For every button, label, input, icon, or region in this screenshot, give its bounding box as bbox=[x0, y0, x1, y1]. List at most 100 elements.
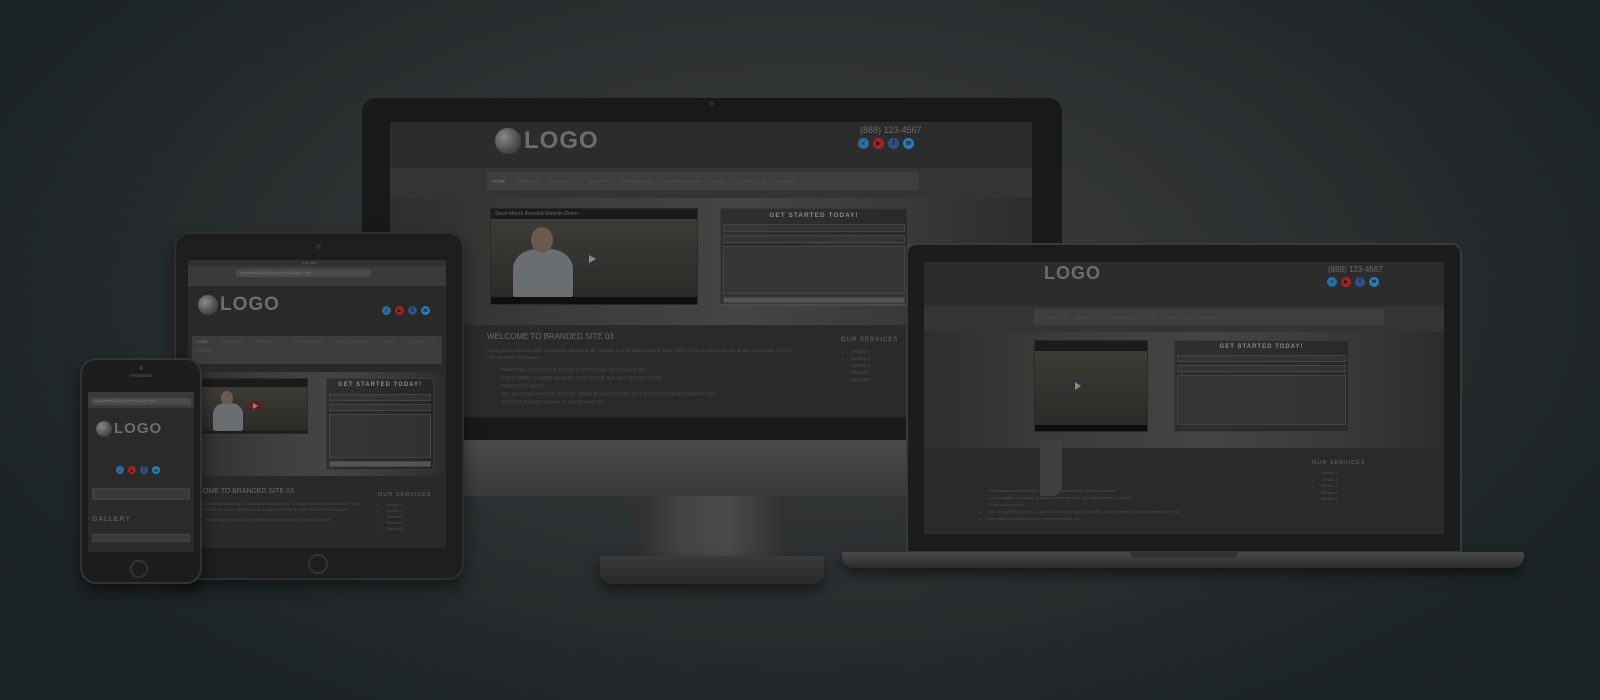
logo-text: LOGO bbox=[524, 127, 599, 154]
tablet-cta-form: GET STARTED TODAY! bbox=[326, 378, 434, 470]
laptop-logo-text: LOGO bbox=[1044, 263, 1101, 283]
service-link[interactable]: Service 5 bbox=[1321, 496, 1422, 503]
laptop-feature-list: Pellentesque nunc est dolor, tristique a… bbox=[988, 487, 1308, 522]
desktop-foot bbox=[600, 556, 824, 584]
video-player[interactable]: Steve Moore Branded Website Demo bbox=[490, 208, 698, 305]
youtube-icon[interactable]: ▶ bbox=[1341, 277, 1351, 287]
phone-menu-select[interactable] bbox=[92, 488, 190, 500]
phone-logo[interactable]: LOGO bbox=[96, 420, 162, 437]
laptop-site: LOGO (888) 123-4567 ✓ ▶ f ✉ SERVICES PRO… bbox=[924, 262, 1444, 534]
tablet-cta-title: GET STARTED TODAY! bbox=[338, 382, 422, 388]
tablet-feature-list: Pellentesque nunc est dolor, tristique a… bbox=[204, 517, 364, 523]
tablet-home-button[interactable] bbox=[308, 554, 328, 574]
globe-icon bbox=[96, 420, 112, 437]
email-icon[interactable]: ✉ bbox=[903, 138, 914, 149]
twitter-icon[interactable]: ✓ bbox=[116, 466, 124, 474]
laptop-logo[interactable]: LOGO bbox=[1044, 263, 1101, 284]
nav-contact[interactable]: CONTACT US bbox=[409, 339, 435, 344]
welcome-paragraph: Lorem ipsum dolor sit amet, consectetur … bbox=[487, 348, 793, 360]
nav-sitemap[interactable]: SITEMAP bbox=[777, 179, 797, 184]
nav-products[interactable]: PRODUCTS bbox=[1075, 315, 1097, 320]
email-icon[interactable]: ✉ bbox=[152, 466, 160, 474]
laptop-video-player[interactable] bbox=[1034, 340, 1148, 432]
email-icon[interactable]: ✉ bbox=[1369, 277, 1379, 287]
feature-item: Pellentesque nunc est dolor, tristique a… bbox=[501, 366, 807, 374]
twitter-icon[interactable]: ✓ bbox=[858, 138, 869, 149]
laptop-nav-items: SERVICES PRODUCTS TESTIMONIALS BLOG CONT… bbox=[1034, 309, 1384, 325]
form-message-field[interactable] bbox=[1177, 375, 1346, 425]
phone-logo-text: LOGO bbox=[114, 420, 163, 437]
service-link[interactable]: Service 5 bbox=[386, 526, 442, 532]
nav-contact[interactable]: CONTACT US bbox=[1165, 315, 1191, 320]
tablet-logo[interactable]: LOGO bbox=[198, 294, 280, 316]
twitter-icon[interactable]: ✓ bbox=[1327, 277, 1337, 287]
nav-products[interactable]: PRODUCTS bbox=[550, 179, 575, 184]
play-icon[interactable] bbox=[1067, 379, 1089, 393]
nav-about[interactable]: ABOUT US bbox=[586, 179, 609, 184]
laptop-services-list: Service 1 Service 2 Service 3 Service 4 … bbox=[1321, 470, 1422, 503]
nav-services[interactable]: SERVICES bbox=[1046, 315, 1066, 320]
nav-services[interactable]: SERVICES bbox=[222, 339, 242, 344]
feature-item: Nec, acu pretius maecenas, dolor nec, bl… bbox=[501, 390, 807, 398]
tablet-video-player[interactable] bbox=[200, 378, 308, 434]
laptop-phone: (888) 123-4567 bbox=[1328, 265, 1383, 274]
form-submit-button[interactable] bbox=[329, 461, 431, 467]
nav-gallery[interactable]: PHOTO GALLERY bbox=[336, 339, 370, 344]
feature-item: Cras id sagittis, at sagittis, quisquam,… bbox=[501, 374, 807, 382]
form-email-field[interactable] bbox=[723, 235, 905, 243]
play-icon[interactable] bbox=[579, 251, 605, 267]
nav-blog[interactable]: BLOG bbox=[384, 339, 395, 344]
youtube-icon[interactable]: ▶ bbox=[873, 138, 884, 149]
nav-testimonials[interactable]: TESTIMONIALS bbox=[293, 339, 322, 344]
tablet-address-bar[interactable]: brandedsite03.tech.com/beta/index.html bbox=[236, 269, 371, 277]
facebook-icon[interactable]: f bbox=[1355, 277, 1365, 287]
site-header bbox=[390, 122, 1032, 168]
nav-testimonials[interactable]: TESTIMONIALS bbox=[620, 179, 653, 184]
youtube-icon[interactable]: ▶ bbox=[128, 466, 136, 474]
form-name-field[interactable] bbox=[1177, 355, 1346, 362]
form-name-field[interactable] bbox=[723, 224, 905, 232]
tablet-url: brandedsite03.tech.com/beta/index.html bbox=[240, 270, 311, 275]
video-controls[interactable] bbox=[1035, 425, 1147, 431]
nav-sitemap[interactable]: SITEMAP bbox=[1200, 315, 1218, 320]
site-logo[interactable]: LOGO bbox=[495, 127, 599, 155]
nav-contact[interactable]: CONTACT US bbox=[737, 179, 766, 184]
video-controls[interactable] bbox=[491, 297, 697, 304]
nav-testimonials[interactable]: TESTIMONIALS bbox=[1107, 315, 1136, 320]
facebook-icon[interactable]: f bbox=[408, 306, 417, 315]
facebook-icon[interactable]: f bbox=[888, 138, 899, 149]
form-submit-button[interactable] bbox=[723, 297, 905, 303]
form-name-field[interactable] bbox=[329, 394, 431, 401]
nav-blog[interactable]: BLOG bbox=[1145, 315, 1156, 320]
form-message-field[interactable] bbox=[329, 414, 431, 458]
main-content: WELCOME TO BRANDED SITE 03 Lorem ipsum d… bbox=[487, 332, 807, 406]
laptop-services-title: OUR SERVICES bbox=[1312, 460, 1366, 466]
youtube-icon[interactable]: ▶ bbox=[395, 306, 404, 315]
nav-home[interactable]: HOME bbox=[196, 339, 208, 344]
play-triangle bbox=[1075, 382, 1081, 390]
tablet-social-icons: ✓ ▶ f ✉ bbox=[382, 306, 430, 315]
form-email-field[interactable] bbox=[329, 404, 431, 411]
phone-screen: brandedsite03.tech.com/beta/index.html L… bbox=[88, 392, 194, 552]
phone-home-button[interactable] bbox=[130, 560, 148, 578]
nav-gallery[interactable]: PHOTO GALLERY bbox=[664, 179, 702, 184]
tablet-welcome-heading: LCOME TO BRANDED SITE 03 bbox=[194, 488, 294, 495]
phone-address-bar[interactable]: brandedsite03.tech.com/beta/index.html bbox=[91, 398, 191, 405]
nav-blog[interactable]: BLOG bbox=[713, 179, 726, 184]
nav-home[interactable]: HOME bbox=[492, 179, 506, 184]
nav-products[interactable]: PRODUCTS bbox=[256, 339, 278, 344]
video-presenter bbox=[513, 249, 573, 299]
email-icon[interactable]: ✉ bbox=[421, 306, 430, 315]
feature-item: Tuttum ipsum dolore? bbox=[501, 382, 807, 390]
twitter-icon[interactable]: ✓ bbox=[382, 306, 391, 315]
form-email-field[interactable] bbox=[1177, 365, 1346, 372]
desktop-chin-overlay bbox=[1040, 440, 1062, 496]
form-message-field[interactable] bbox=[723, 246, 905, 294]
globe-icon bbox=[198, 295, 218, 315]
phone-social-icons: ✓ ▶ f ✉ bbox=[116, 466, 160, 474]
nav-services[interactable]: SERVICES bbox=[517, 179, 540, 184]
play-icon[interactable] bbox=[247, 401, 263, 411]
nav-sitemap[interactable]: SITEMAP bbox=[196, 348, 214, 353]
laptop-social-icons: ✓ ▶ f ✉ bbox=[1327, 277, 1379, 287]
facebook-icon[interactable]: f bbox=[140, 466, 148, 474]
